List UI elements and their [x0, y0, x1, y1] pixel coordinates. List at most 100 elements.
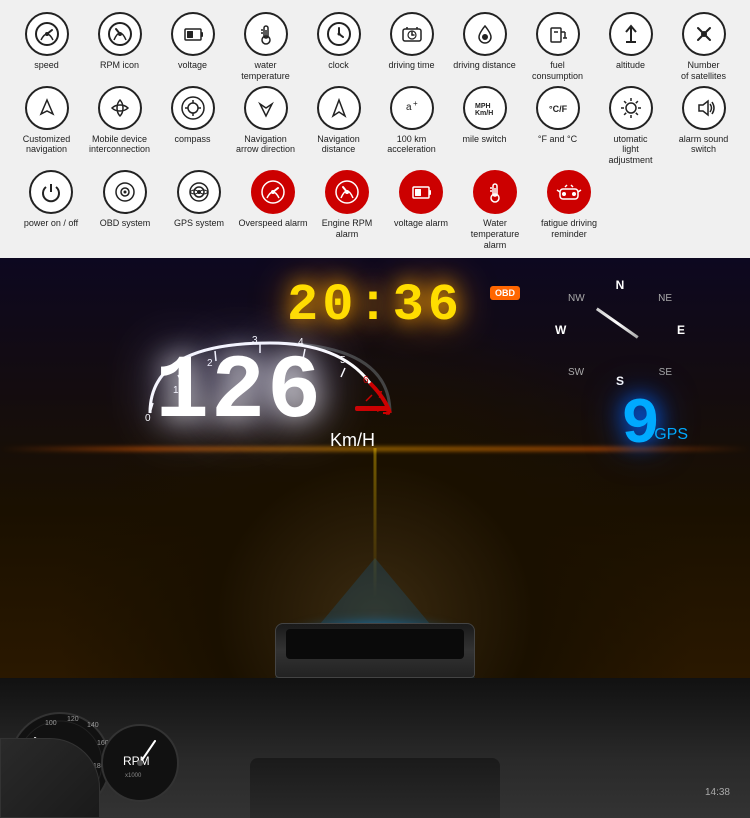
- driving-distance-label: driving distance: [453, 60, 516, 71]
- voltage-icon: [171, 12, 215, 56]
- icon-driving-distance: driving distance: [450, 12, 520, 71]
- icon-speed: speed: [12, 12, 82, 71]
- custom-nav-icon: [25, 86, 69, 130]
- icon-rpm: RPM icon: [85, 12, 155, 71]
- icon-power: power on / off: [16, 170, 86, 229]
- hud-section: 20:36 OBD: [0, 258, 750, 678]
- rpm-icon: [98, 12, 142, 56]
- icon-temp: °C/F °F and °C: [523, 86, 593, 145]
- hud-device: [275, 623, 475, 678]
- compass-east: E: [677, 323, 685, 337]
- clock-icon: [317, 12, 361, 56]
- compass-needle: [596, 308, 639, 339]
- power-icon: [29, 170, 73, 214]
- fuel-icon: [536, 12, 580, 56]
- driving-distance-icon: [463, 12, 507, 56]
- nav-dist-icon: [317, 86, 361, 130]
- temp-icon: °C/F: [536, 86, 580, 130]
- gps-sys-label: GPS system: [174, 218, 224, 229]
- clock-label: clock: [328, 60, 349, 71]
- icon-clock: clock: [304, 12, 374, 71]
- hud-obd-badge: OBD: [490, 286, 520, 300]
- hud-device-screen: [286, 629, 464, 659]
- hud-overlay: 20:36 OBD: [0, 258, 750, 678]
- obd-label: OBD system: [100, 218, 151, 229]
- icon-section: speed RPM icon voltage: [0, 0, 750, 258]
- icon-light: utomaticlightadjustment: [596, 86, 666, 166]
- svg-text:0: 0: [145, 413, 151, 423]
- power-label: power on / off: [24, 218, 78, 229]
- rpm-label: RPM icon: [100, 60, 139, 71]
- accel-label: 100 kmacceleration: [387, 134, 436, 156]
- satellites-icon: [682, 12, 726, 56]
- svg-text:+: +: [413, 99, 418, 108]
- hud-speed-display: 126: [155, 348, 323, 438]
- compass-southeast: SE: [659, 367, 672, 378]
- icon-accel: a + 100 kmacceleration: [377, 86, 447, 156]
- water-temp-label: watertemperature: [241, 60, 290, 82]
- icon-nav-arrow: Navigationarrow direction: [231, 86, 301, 156]
- water-temp-icon: [244, 12, 288, 56]
- icon-driving-time: driving time: [377, 12, 447, 71]
- altitude-icon: [609, 12, 653, 56]
- icon-water-temp: watertemperature: [231, 12, 301, 82]
- compass-southwest: SW: [568, 367, 584, 378]
- icon-engine-rpm-alarm: Engine RPM alarm: [312, 170, 382, 240]
- voltage-alarm-icon: [399, 170, 443, 214]
- mobile-icon: [98, 86, 142, 130]
- hud-gps-label: GPS: [654, 426, 688, 444]
- alarm-sound-label: alarm soundswitch: [679, 134, 729, 156]
- hud-gps-number: 9: [621, 388, 660, 462]
- altitude-label: altitude: [616, 60, 645, 71]
- car-interior: 60 80 100 120 140 160 180 60 km/h RPM x1…: [0, 678, 750, 818]
- icon-water-temp-alarm: Watertemperaturealarm: [460, 170, 530, 250]
- icon-row-3: power on / off OBD system: [10, 170, 740, 250]
- driving-time-label: driving time: [388, 60, 434, 71]
- dashboard-time: 14:38: [705, 787, 730, 798]
- water-temp-alarm-label: Watertemperaturealarm: [471, 218, 520, 250]
- driving-time-icon: [390, 12, 434, 56]
- icon-compass: compass: [158, 86, 228, 145]
- nav-arrow-label: Navigationarrow direction: [236, 134, 295, 156]
- car-dashboard: 60 80 100 120 140 160 180 60 km/h RPM x1…: [0, 678, 750, 818]
- icon-custom-nav: Customizednavigation: [12, 86, 82, 156]
- nav-arrow-icon: [244, 86, 288, 130]
- compass-northwest: NW: [568, 293, 585, 304]
- engine-rpm-alarm-label: Engine RPM alarm: [312, 218, 382, 240]
- icon-altitude: altitude: [596, 12, 666, 71]
- svg-text:140: 140: [87, 722, 99, 729]
- svg-text:a: a: [406, 102, 412, 113]
- icon-mobile: Mobile deviceinterconnection: [85, 86, 155, 156]
- accel-icon: a +: [390, 86, 434, 130]
- compass-west: W: [555, 323, 566, 337]
- overspeed-label: Overspeed alarm: [238, 218, 307, 229]
- overspeed-icon: [251, 170, 295, 214]
- compass-icon: [171, 86, 215, 130]
- speed-label: speed: [34, 60, 59, 71]
- nav-dist-label: Navigationdistance: [317, 134, 360, 156]
- engine-rpm-alarm-icon: [325, 170, 369, 214]
- icon-nav-dist: Navigationdistance: [304, 86, 374, 156]
- svg-text:7: 7: [377, 390, 383, 401]
- icon-gps-sys: GPS system: [164, 170, 234, 229]
- compass-label: compass: [174, 134, 210, 145]
- gps-sys-icon: [177, 170, 221, 214]
- light-icon: [609, 86, 653, 130]
- compass-south: S: [616, 374, 624, 388]
- svg-text:100: 100: [45, 720, 57, 727]
- water-temp-alarm-icon: [473, 170, 517, 214]
- voltage-label: voltage: [178, 60, 207, 71]
- icon-voltage-alarm: voltage alarm: [386, 170, 456, 229]
- icon-obd: OBD system: [90, 170, 160, 229]
- compass-northeast: NE: [658, 293, 672, 304]
- custom-nav-label: Customizednavigation: [23, 134, 71, 156]
- fuel-label: fuelconsumption: [532, 60, 583, 82]
- compass-north: N: [616, 278, 625, 292]
- hud-time-display: 20:36: [287, 276, 463, 335]
- icon-satellites: Numberof satellites: [669, 12, 739, 82]
- voltage-alarm-label: voltage alarm: [394, 218, 448, 229]
- speed-icon: [25, 12, 69, 56]
- icon-overspeed: Overspeed alarm: [238, 170, 308, 229]
- icon-mile: MPH Km/H mile switch: [450, 86, 520, 145]
- temp-label: °F and °C: [538, 134, 577, 145]
